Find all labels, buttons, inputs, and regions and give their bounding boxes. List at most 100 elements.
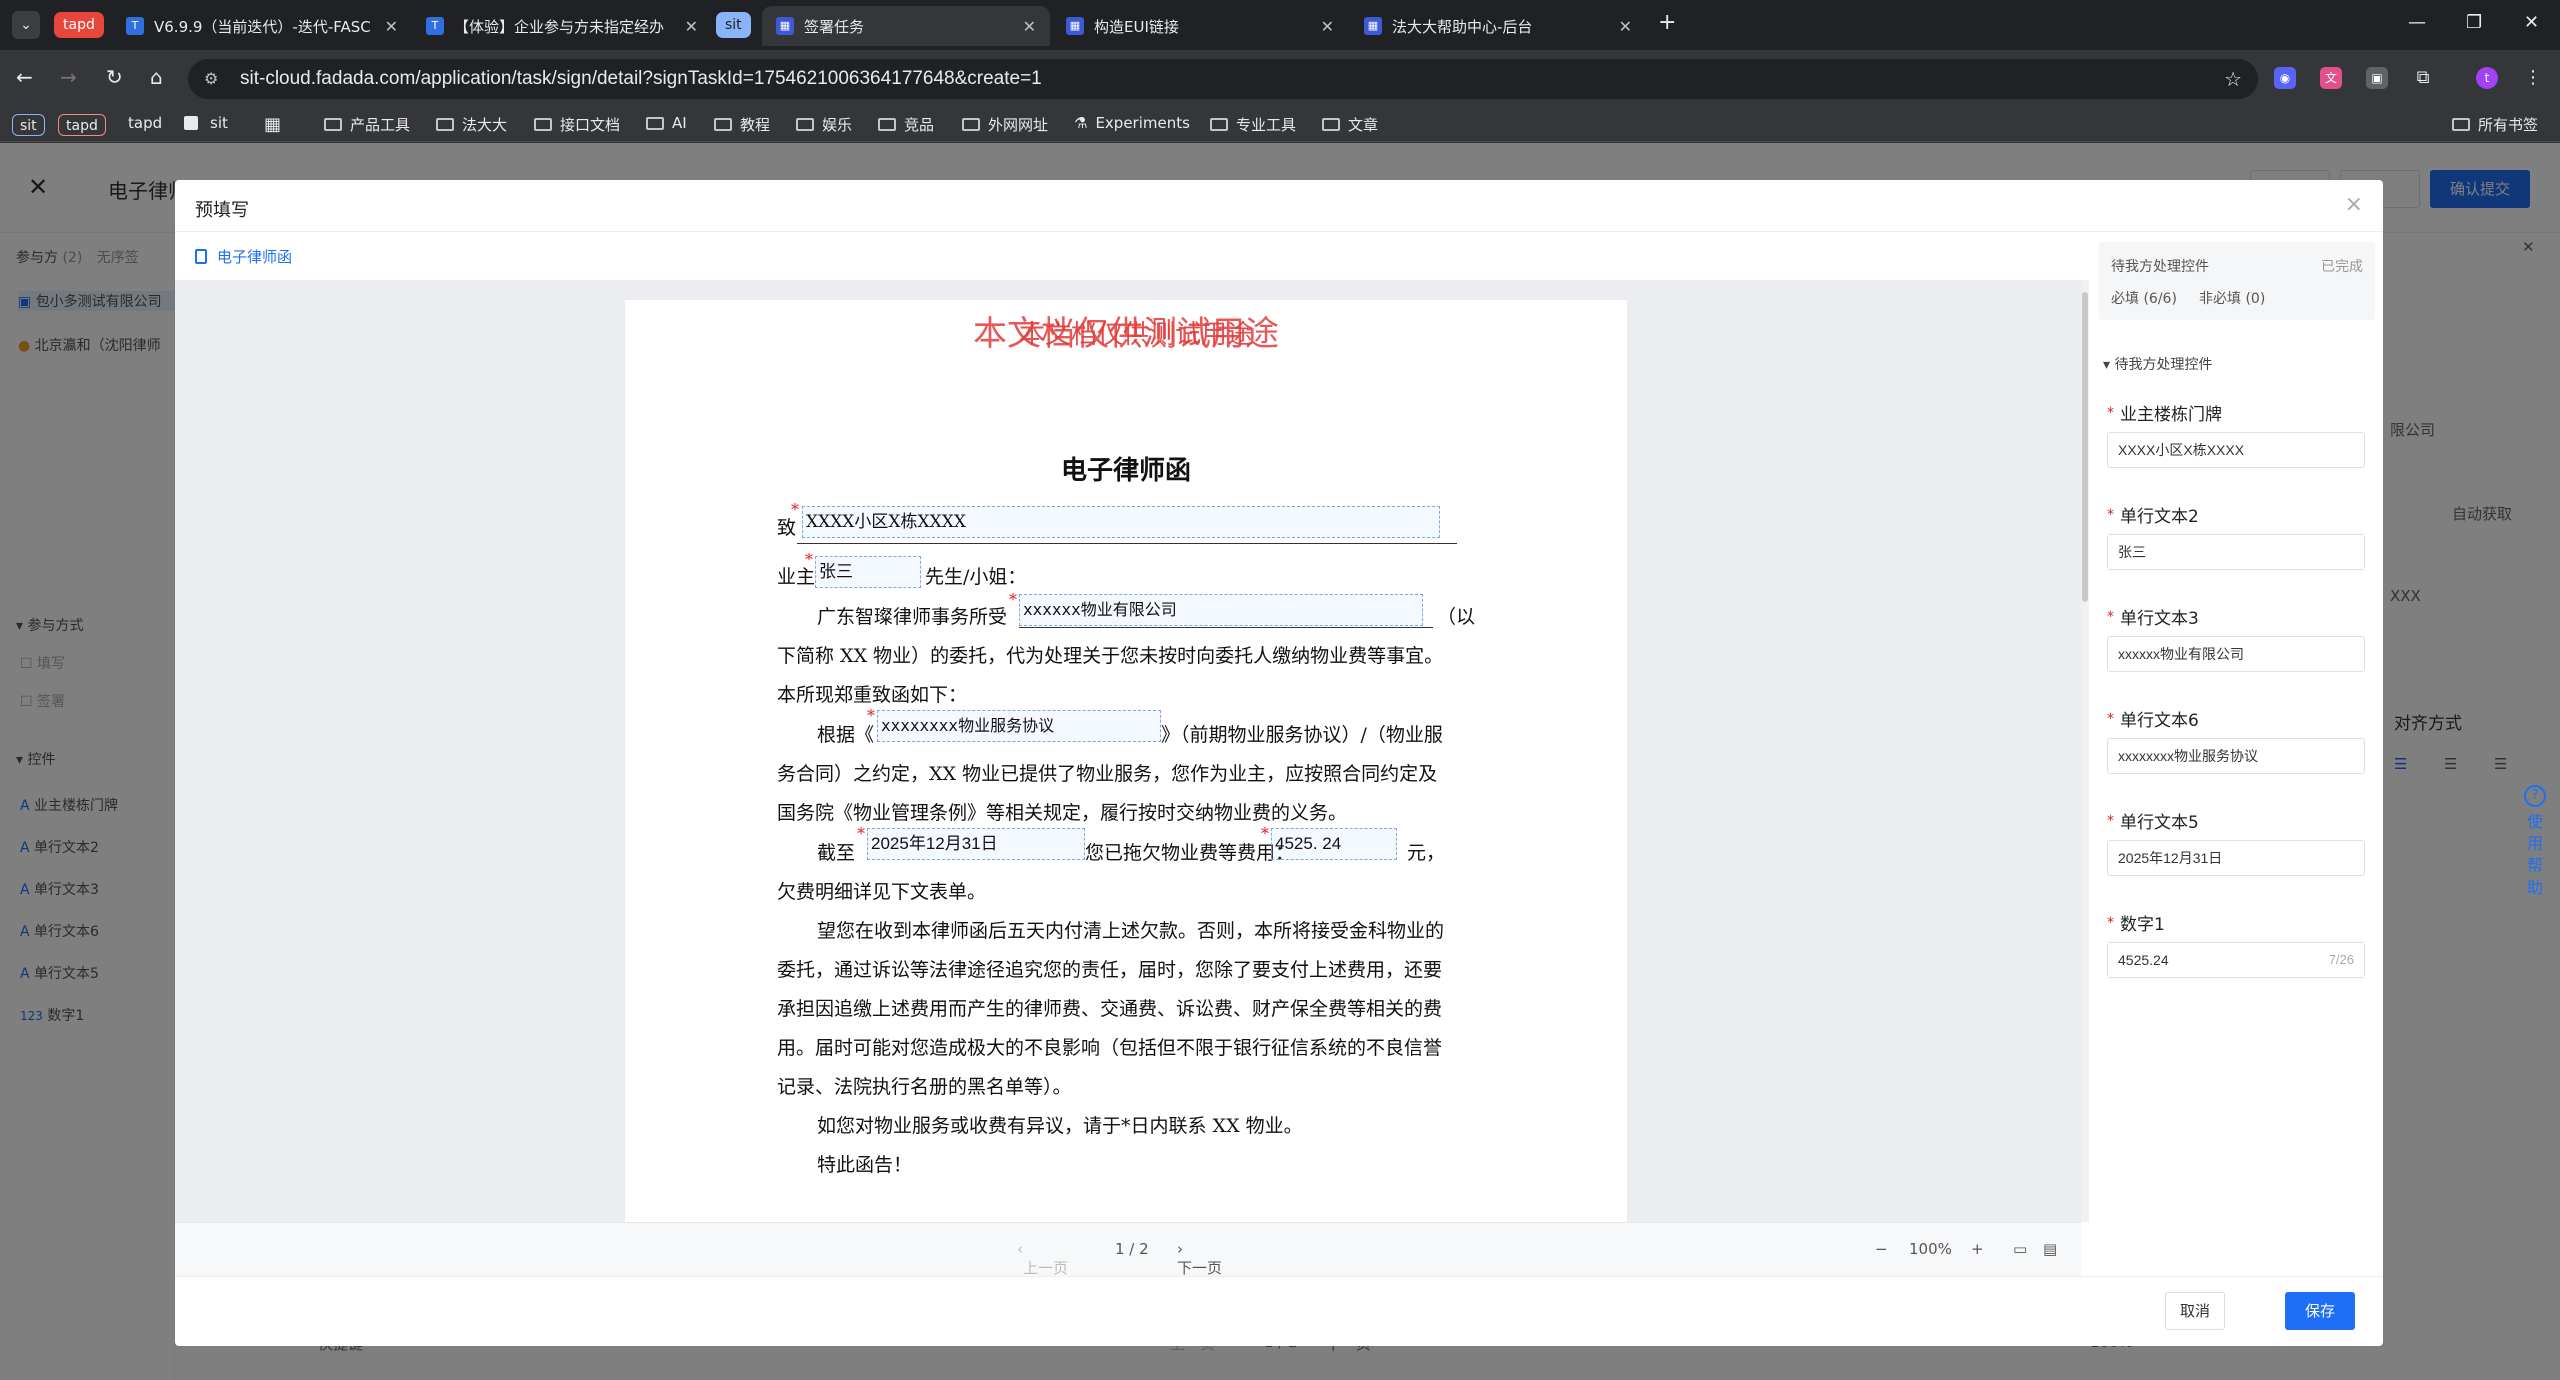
- required-mark: *: [1009, 590, 1017, 609]
- field-date[interactable]: 2025年12月31日: [867, 828, 1085, 860]
- site-info-icon[interactable]: ⚙: [204, 69, 218, 88]
- zoom-out-icon[interactable]: −: [1875, 1240, 1888, 1258]
- tab-close-icon[interactable]: ✕: [1619, 17, 1632, 36]
- tab-help-center[interactable]: ▦ 法大大帮助中心-后台 ✕: [1350, 6, 1646, 46]
- profile-avatar-icon[interactable]: t: [2476, 67, 2498, 89]
- bookmark-folder[interactable]: 接口文档: [534, 114, 620, 135]
- tab-search-icon[interactable]: ⌄: [12, 11, 40, 39]
- required-mark: *: [867, 706, 875, 725]
- forward-icon[interactable]: →: [60, 65, 77, 89]
- control-summary: 待我方处理控件 已完成 必填 (6/6) 非必填 (0): [2099, 242, 2375, 320]
- modal-close-icon[interactable]: ×: [2345, 192, 2363, 217]
- tapd-favicon-icon: T: [426, 17, 444, 35]
- bookmark-folder[interactable]: 外网网址: [962, 114, 1048, 135]
- underline: [797, 543, 1457, 544]
- field-contract[interactable]: xxxxxxxx物业服务协议: [877, 710, 1161, 742]
- input-text2[interactable]: 张三: [2107, 534, 2365, 570]
- url-text[interactable]: sit-cloud.fadada.com/application/task/si…: [240, 68, 1042, 90]
- browser-menu-icon[interactable]: ⋮: [2522, 67, 2544, 89]
- minimize-icon[interactable]: —: [2408, 12, 2426, 33]
- bookmark-tapd[interactable]: tapd: [128, 114, 162, 132]
- tab-eui-link[interactable]: ▦ 构造EUI链接 ✕: [1052, 6, 1348, 46]
- bookmark-folder[interactable]: 产品工具: [324, 114, 410, 135]
- pending-group-toggle[interactable]: ▾ 待我方处理控件: [2103, 354, 2212, 374]
- summary-required[interactable]: 必填 (6/6): [2111, 288, 2177, 308]
- bookmark-folder[interactable]: 文章: [1322, 114, 1378, 135]
- folder-icon: [646, 116, 664, 130]
- field-name[interactable]: 张三: [815, 556, 921, 588]
- restore-icon[interactable]: ❐: [2466, 12, 2482, 33]
- bookmark-folder[interactable]: AI: [646, 114, 687, 132]
- single-page-icon[interactable]: ▭: [2013, 1240, 2027, 1258]
- bookmark-folder[interactable]: 教程: [714, 114, 770, 135]
- extension-discord-icon[interactable]: ◉: [2274, 67, 2296, 89]
- document-page: 本文档仅供测试用途 本文档仅供测试用途 电子律师函 致 * XXXX小区X栋XX…: [625, 300, 1627, 1222]
- tab-group-tapd[interactable]: tapd: [54, 12, 104, 38]
- save-button[interactable]: 保存: [2285, 1292, 2355, 1330]
- folder-icon: [1210, 118, 1228, 131]
- reload-icon[interactable]: ↻: [106, 65, 123, 89]
- field-company[interactable]: xxxxxx物业有限公司: [1019, 594, 1423, 626]
- bookmark-tapd-pill[interactable]: tapd: [58, 114, 106, 136]
- field-building[interactable]: XXXX小区X栋XXXX: [802, 506, 1440, 538]
- cancel-button[interactable]: 取消: [2165, 1292, 2225, 1330]
- home-icon[interactable]: ⌂: [150, 65, 163, 89]
- double-page-icon[interactable]: ▤: [2043, 1240, 2057, 1258]
- zoom-level: 100%: [1909, 1240, 1952, 1258]
- new-tab-icon[interactable]: +: [1658, 10, 1676, 35]
- tab-close-icon[interactable]: ✕: [1321, 17, 1334, 36]
- tab-experience[interactable]: T 【体验】企业参与方未指定经办 ✕: [412, 6, 712, 46]
- control-label: * 业主楼栋门牌: [2107, 405, 2222, 425]
- bookmark-sit-pill[interactable]: sit: [12, 114, 45, 136]
- bookmark-folder[interactable]: 娱乐: [796, 114, 852, 135]
- document-tab[interactable]: 电子律师函: [195, 246, 292, 267]
- input-text5[interactable]: 2025年12月31日: [2107, 840, 2365, 876]
- back-icon[interactable]: ←: [16, 65, 33, 89]
- window-close-icon[interactable]: ✕: [2524, 12, 2539, 33]
- tab-iteration[interactable]: T V6.9.9（当前迭代）-迭代-FASC ✕: [112, 6, 412, 46]
- fadada-favicon-icon: ▦: [1066, 17, 1084, 35]
- summary-optional[interactable]: 非必填 (0): [2199, 288, 2265, 308]
- bookmark-folder[interactable]: 专业工具: [1210, 114, 1296, 135]
- extension-screenshot-icon[interactable]: ▣: [2366, 67, 2388, 89]
- extensions-puzzle-icon[interactable]: ⧉: [2412, 67, 2434, 89]
- prev-page-button[interactable]: ‹ 上一页: [1017, 1240, 1068, 1277]
- doc-text: 特此函告！: [817, 1154, 913, 1176]
- summary-done[interactable]: 已完成: [2321, 256, 2363, 276]
- tab-close-icon[interactable]: ✕: [685, 17, 698, 36]
- tapd-favicon-icon: T: [126, 17, 144, 35]
- help-tab[interactable]: ? 使用帮助: [2517, 785, 2553, 915]
- folder-icon: [714, 118, 732, 131]
- tab-close-icon[interactable]: ✕: [385, 17, 398, 36]
- bookmark-sit[interactable]: sit: [184, 114, 228, 132]
- tab-close-icon[interactable]: ✕: [1023, 17, 1036, 36]
- apps-grid-icon[interactable]: ▦: [264, 114, 281, 135]
- folder-icon: [436, 118, 454, 131]
- bookmark-star-icon[interactable]: ☆: [2224, 67, 2242, 91]
- address-bar[interactable]: ⚙ sit-cloud.fadada.com/application/task/…: [188, 59, 2258, 99]
- next-page-button[interactable]: 下一页 ›: [1177, 1240, 1222, 1277]
- doc-text: 委托，通过诉讼等法律途径追究您的责任，届时，您除了要支付上述费用，还要: [777, 959, 1443, 981]
- folder-icon: [534, 118, 552, 131]
- zoom-in-icon[interactable]: +: [1971, 1240, 1984, 1258]
- input-number1[interactable]: 4525.24 7/26: [2107, 942, 2365, 978]
- bookmark-folder[interactable]: 法大大: [436, 114, 507, 135]
- viewer-scrollbar-thumb[interactable]: [2082, 292, 2088, 602]
- tab-sign-task[interactable]: ▦ 签署任务 ✕: [762, 6, 1050, 46]
- input-text3[interactable]: xxxxxx物业有限公司: [2107, 636, 2365, 672]
- bookmark-folder[interactable]: 竞品: [878, 114, 934, 135]
- field-amount[interactable]: 4525. 24: [1271, 828, 1397, 860]
- input-text6[interactable]: xxxxxxxx物业服务协议: [2107, 738, 2365, 774]
- tab-group-sit[interactable]: sit: [716, 12, 751, 38]
- doc-text: 国务院《物业管理条例》等相关规定，履行按时交纳物业费的义务。: [777, 802, 1348, 824]
- bookmark-experiments[interactable]: ⚗ Experiments: [1074, 114, 1190, 132]
- input-building[interactable]: XXXX小区X栋XXXX: [2107, 432, 2365, 468]
- all-bookmarks[interactable]: 所有书签: [2452, 114, 2538, 135]
- document-viewer: 本文档仅供测试用途 本文档仅供测试用途 电子律师函 致 * XXXX小区X栋XX…: [175, 280, 2081, 1222]
- help-icon: ?: [2524, 785, 2546, 807]
- prefill-modal: 预填写 × 电子律师函 本文档仅供测试用途 本文档仅供测试用途 电子律师函 致 …: [175, 180, 2383, 1346]
- summary-title: 待我方处理控件: [2111, 259, 2209, 275]
- modal-header: 预填写 ×: [175, 180, 2383, 232]
- bookmarks-bar: sit tapd tapd sit ▦ 产品工具 法大大 接口文档 AI 教程 …: [0, 108, 2560, 142]
- extension-translate-icon[interactable]: 文: [2320, 67, 2342, 89]
